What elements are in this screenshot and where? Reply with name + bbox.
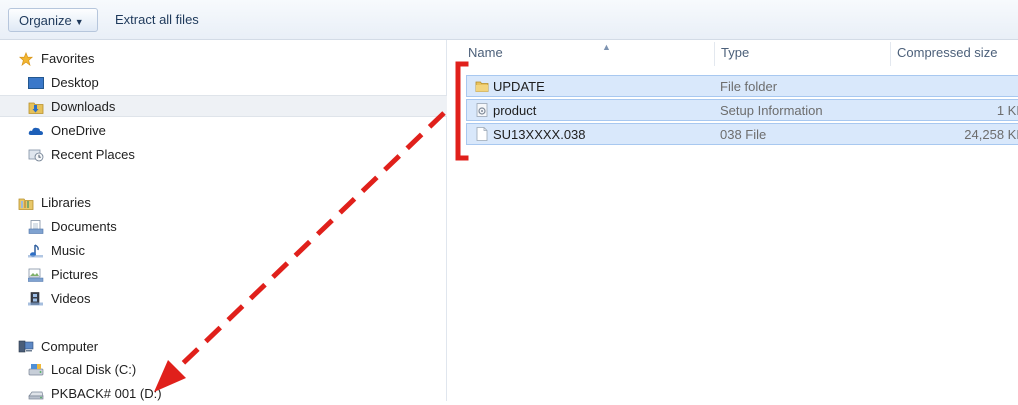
file-row-su13xxxx[interactable]: SU13XXXX.038 038 File 24,258 KB [466,123,1018,145]
extract-all-files-label: Extract all files [115,12,199,27]
favorites-star-icon [18,52,34,66]
sidebar-item-pkback-drive[interactable]: PKBACK# 001 (D:) [28,383,228,405]
documents-icon [28,220,44,234]
computer-icon [18,340,34,353]
sidebar-item-pictures[interactable]: Pictures [28,264,228,286]
music-icon [28,244,43,258]
nav-computer-label: Computer [41,339,99,354]
sidebar-item-label: Desktop [51,75,99,90]
sidebar-item-label: Downloads [51,99,116,114]
nav-libraries[interactable]: Libraries [18,192,218,214]
downloads-folder-icon [28,102,44,114]
sidebar-item-label: Music [51,243,85,258]
column-header-size-label: Compressed size [897,45,998,60]
sidebar-item-videos[interactable]: Videos [28,288,228,310]
nav-favorites[interactable]: Favorites [18,48,218,70]
local-disk-icon [28,364,44,376]
sidebar-item-label: PKBACK# 001 (D:) [51,386,162,401]
file-name: SU13XXXX.038 [493,127,586,142]
file-type: Setup Information [720,103,823,118]
sort-ascending-icon: ▲ [602,42,611,52]
chevron-down-icon: ▼ [74,17,84,27]
file-name: product [493,103,537,118]
file-row-product[interactable]: product Setup Information 1 KB [466,99,1018,121]
column-header-type[interactable]: Type [721,40,889,66]
folder-icon [475,81,489,92]
sidebar-item-label: Documents [51,219,117,234]
navigation-pane: Favorites Desktop Downloads OneDrive Rec… [0,40,447,401]
file-list-pane: ▲ Name Type Compressed size UPDATE File … [448,40,1018,401]
sidebar-item-label: Pictures [51,267,98,282]
sidebar-item-local-disk[interactable]: Local Disk (C:) [28,359,228,381]
organize-button[interactable]: Organize ▼ [8,8,98,32]
sidebar-item-desktop[interactable]: Desktop [28,72,228,94]
removable-drive-icon [28,391,44,400]
sidebar-item-onedrive[interactable]: OneDrive [28,120,228,142]
organize-label: Organize [19,13,72,28]
sidebar-item-label: Videos [51,291,91,306]
pictures-icon [28,268,44,282]
sidebar-item-music[interactable]: Music [28,240,228,262]
nav-computer[interactable]: Computer [18,336,218,358]
setup-info-file-icon [476,103,488,117]
sidebar-item-label: Local Disk (C:) [51,362,137,377]
desktop-icon [28,77,44,89]
file-size: 1 KB [996,103,1018,118]
sidebar-item-label: OneDrive [51,123,106,138]
videos-icon [28,292,43,306]
column-divider[interactable] [890,42,891,66]
column-header-name-label: Name [468,45,503,60]
sidebar-item-downloads[interactable]: Downloads [0,95,447,117]
sidebar-item-documents[interactable]: Documents [28,216,228,238]
sidebar-item-recent-places[interactable]: Recent Places [28,144,228,166]
nav-favorites-label: Favorites [41,51,95,66]
column-header-compressed-size[interactable]: Compressed size [897,40,1018,66]
file-size: 24,258 KB [964,127,1018,142]
file-row-update[interactable]: UPDATE File folder [466,75,1018,97]
sidebar-item-label: Recent Places [51,147,135,162]
command-bar: Organize ▼ Extract all files [0,0,1018,40]
column-header-name[interactable]: ▲ Name [468,40,713,66]
onedrive-cloud-icon [28,127,43,135]
column-divider[interactable] [714,42,715,66]
recent-places-icon [28,149,44,162]
libraries-icon [18,198,34,210]
extract-all-files-button[interactable]: Extract all files [115,8,199,32]
file-name: UPDATE [493,79,545,94]
column-header-type-label: Type [721,45,750,60]
file-type: 038 File [720,127,767,142]
nav-libraries-label: Libraries [41,195,91,210]
generic-file-icon [476,127,488,141]
file-type: File folder [720,79,778,94]
